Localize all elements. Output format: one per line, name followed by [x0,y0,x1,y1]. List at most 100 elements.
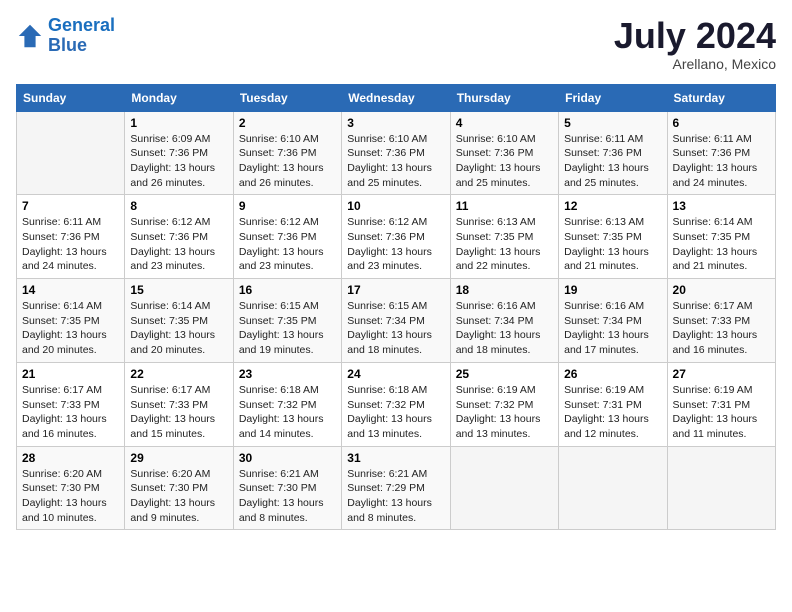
calendar-cell: 4 Sunrise: 6:10 AMSunset: 7:36 PMDayligh… [450,111,558,195]
week-row-1: 1 Sunrise: 6:09 AMSunset: 7:36 PMDayligh… [17,111,776,195]
day-number: 17 [347,283,444,297]
day-number: 7 [22,199,119,213]
calendar-cell: 24 Sunrise: 6:18 AMSunset: 7:32 PMDaylig… [342,362,450,446]
day-number: 9 [239,199,336,213]
day-info: Sunrise: 6:11 AMSunset: 7:36 PMDaylight:… [564,132,661,191]
calendar-cell: 13 Sunrise: 6:14 AMSunset: 7:35 PMDaylig… [667,195,775,279]
day-info: Sunrise: 6:12 AMSunset: 7:36 PMDaylight:… [239,215,336,274]
calendar-cell: 3 Sunrise: 6:10 AMSunset: 7:36 PMDayligh… [342,111,450,195]
day-info: Sunrise: 6:19 AMSunset: 7:31 PMDaylight:… [673,383,770,442]
day-number: 12 [564,199,661,213]
col-header-wednesday: Wednesday [342,84,450,111]
logo: General Blue [16,16,115,56]
calendar-cell: 19 Sunrise: 6:16 AMSunset: 7:34 PMDaylig… [559,279,667,363]
calendar-cell: 25 Sunrise: 6:19 AMSunset: 7:32 PMDaylig… [450,362,558,446]
calendar-cell: 14 Sunrise: 6:14 AMSunset: 7:35 PMDaylig… [17,279,125,363]
day-number: 26 [564,367,661,381]
day-info: Sunrise: 6:13 AMSunset: 7:35 PMDaylight:… [564,215,661,274]
calendar-cell: 10 Sunrise: 6:12 AMSunset: 7:36 PMDaylig… [342,195,450,279]
calendar-cell [17,111,125,195]
day-info: Sunrise: 6:16 AMSunset: 7:34 PMDaylight:… [564,299,661,358]
day-number: 5 [564,116,661,130]
calendar-cell: 31 Sunrise: 6:21 AMSunset: 7:29 PMDaylig… [342,446,450,530]
logo-icon [16,22,44,50]
col-header-tuesday: Tuesday [233,84,341,111]
week-row-2: 7 Sunrise: 6:11 AMSunset: 7:36 PMDayligh… [17,195,776,279]
calendar-cell: 15 Sunrise: 6:14 AMSunset: 7:35 PMDaylig… [125,279,233,363]
day-number: 8 [130,199,227,213]
calendar-cell: 6 Sunrise: 6:11 AMSunset: 7:36 PMDayligh… [667,111,775,195]
day-number: 3 [347,116,444,130]
logo-text: General Blue [48,16,115,56]
day-info: Sunrise: 6:20 AMSunset: 7:30 PMDaylight:… [22,467,119,526]
calendar-cell: 22 Sunrise: 6:17 AMSunset: 7:33 PMDaylig… [125,362,233,446]
calendar-cell: 29 Sunrise: 6:20 AMSunset: 7:30 PMDaylig… [125,446,233,530]
calendar-cell: 9 Sunrise: 6:12 AMSunset: 7:36 PMDayligh… [233,195,341,279]
location: Arellano, Mexico [614,56,776,72]
day-info: Sunrise: 6:14 AMSunset: 7:35 PMDaylight:… [22,299,119,358]
calendar-cell [450,446,558,530]
day-number: 20 [673,283,770,297]
calendar-cell: 26 Sunrise: 6:19 AMSunset: 7:31 PMDaylig… [559,362,667,446]
day-number: 21 [22,367,119,381]
day-info: Sunrise: 6:18 AMSunset: 7:32 PMDaylight:… [347,383,444,442]
calendar-cell: 7 Sunrise: 6:11 AMSunset: 7:36 PMDayligh… [17,195,125,279]
day-info: Sunrise: 6:17 AMSunset: 7:33 PMDaylight:… [130,383,227,442]
day-number: 2 [239,116,336,130]
day-info: Sunrise: 6:21 AMSunset: 7:29 PMDaylight:… [347,467,444,526]
day-number: 4 [456,116,553,130]
col-header-sunday: Sunday [17,84,125,111]
day-number: 27 [673,367,770,381]
day-number: 1 [130,116,227,130]
day-info: Sunrise: 6:14 AMSunset: 7:35 PMDaylight:… [673,215,770,274]
page-header: General Blue July 2024 Arellano, Mexico [16,16,776,72]
calendar-cell [559,446,667,530]
month-title: July 2024 [614,16,776,56]
day-number: 16 [239,283,336,297]
calendar-table: SundayMondayTuesdayWednesdayThursdayFrid… [16,84,776,531]
day-info: Sunrise: 6:19 AMSunset: 7:32 PMDaylight:… [456,383,553,442]
day-number: 22 [130,367,227,381]
day-number: 15 [130,283,227,297]
calendar-cell: 27 Sunrise: 6:19 AMSunset: 7:31 PMDaylig… [667,362,775,446]
day-info: Sunrise: 6:15 AMSunset: 7:34 PMDaylight:… [347,299,444,358]
day-info: Sunrise: 6:17 AMSunset: 7:33 PMDaylight:… [673,299,770,358]
day-number: 13 [673,199,770,213]
day-info: Sunrise: 6:10 AMSunset: 7:36 PMDaylight:… [456,132,553,191]
col-header-thursday: Thursday [450,84,558,111]
day-info: Sunrise: 6:17 AMSunset: 7:33 PMDaylight:… [22,383,119,442]
day-number: 31 [347,451,444,465]
calendar-cell: 16 Sunrise: 6:15 AMSunset: 7:35 PMDaylig… [233,279,341,363]
day-info: Sunrise: 6:19 AMSunset: 7:31 PMDaylight:… [564,383,661,442]
day-info: Sunrise: 6:16 AMSunset: 7:34 PMDaylight:… [456,299,553,358]
day-info: Sunrise: 6:11 AMSunset: 7:36 PMDaylight:… [22,215,119,274]
calendar-cell: 5 Sunrise: 6:11 AMSunset: 7:36 PMDayligh… [559,111,667,195]
calendar-header-row: SundayMondayTuesdayWednesdayThursdayFrid… [17,84,776,111]
day-info: Sunrise: 6:09 AMSunset: 7:36 PMDaylight:… [130,132,227,191]
col-header-friday: Friday [559,84,667,111]
day-number: 10 [347,199,444,213]
calendar-cell: 17 Sunrise: 6:15 AMSunset: 7:34 PMDaylig… [342,279,450,363]
day-number: 28 [22,451,119,465]
day-info: Sunrise: 6:14 AMSunset: 7:35 PMDaylight:… [130,299,227,358]
day-number: 19 [564,283,661,297]
calendar-cell [667,446,775,530]
calendar-cell: 21 Sunrise: 6:17 AMSunset: 7:33 PMDaylig… [17,362,125,446]
day-number: 24 [347,367,444,381]
day-info: Sunrise: 6:20 AMSunset: 7:30 PMDaylight:… [130,467,227,526]
calendar-cell: 28 Sunrise: 6:20 AMSunset: 7:30 PMDaylig… [17,446,125,530]
col-header-monday: Monday [125,84,233,111]
calendar-cell: 1 Sunrise: 6:09 AMSunset: 7:36 PMDayligh… [125,111,233,195]
day-info: Sunrise: 6:10 AMSunset: 7:36 PMDaylight:… [239,132,336,191]
day-info: Sunrise: 6:10 AMSunset: 7:36 PMDaylight:… [347,132,444,191]
day-number: 11 [456,199,553,213]
calendar-cell: 2 Sunrise: 6:10 AMSunset: 7:36 PMDayligh… [233,111,341,195]
day-number: 25 [456,367,553,381]
day-info: Sunrise: 6:12 AMSunset: 7:36 PMDaylight:… [347,215,444,274]
day-info: Sunrise: 6:13 AMSunset: 7:35 PMDaylight:… [456,215,553,274]
calendar-cell: 18 Sunrise: 6:16 AMSunset: 7:34 PMDaylig… [450,279,558,363]
calendar-cell: 23 Sunrise: 6:18 AMSunset: 7:32 PMDaylig… [233,362,341,446]
calendar-cell: 20 Sunrise: 6:17 AMSunset: 7:33 PMDaylig… [667,279,775,363]
day-info: Sunrise: 6:11 AMSunset: 7:36 PMDaylight:… [673,132,770,191]
day-number: 23 [239,367,336,381]
